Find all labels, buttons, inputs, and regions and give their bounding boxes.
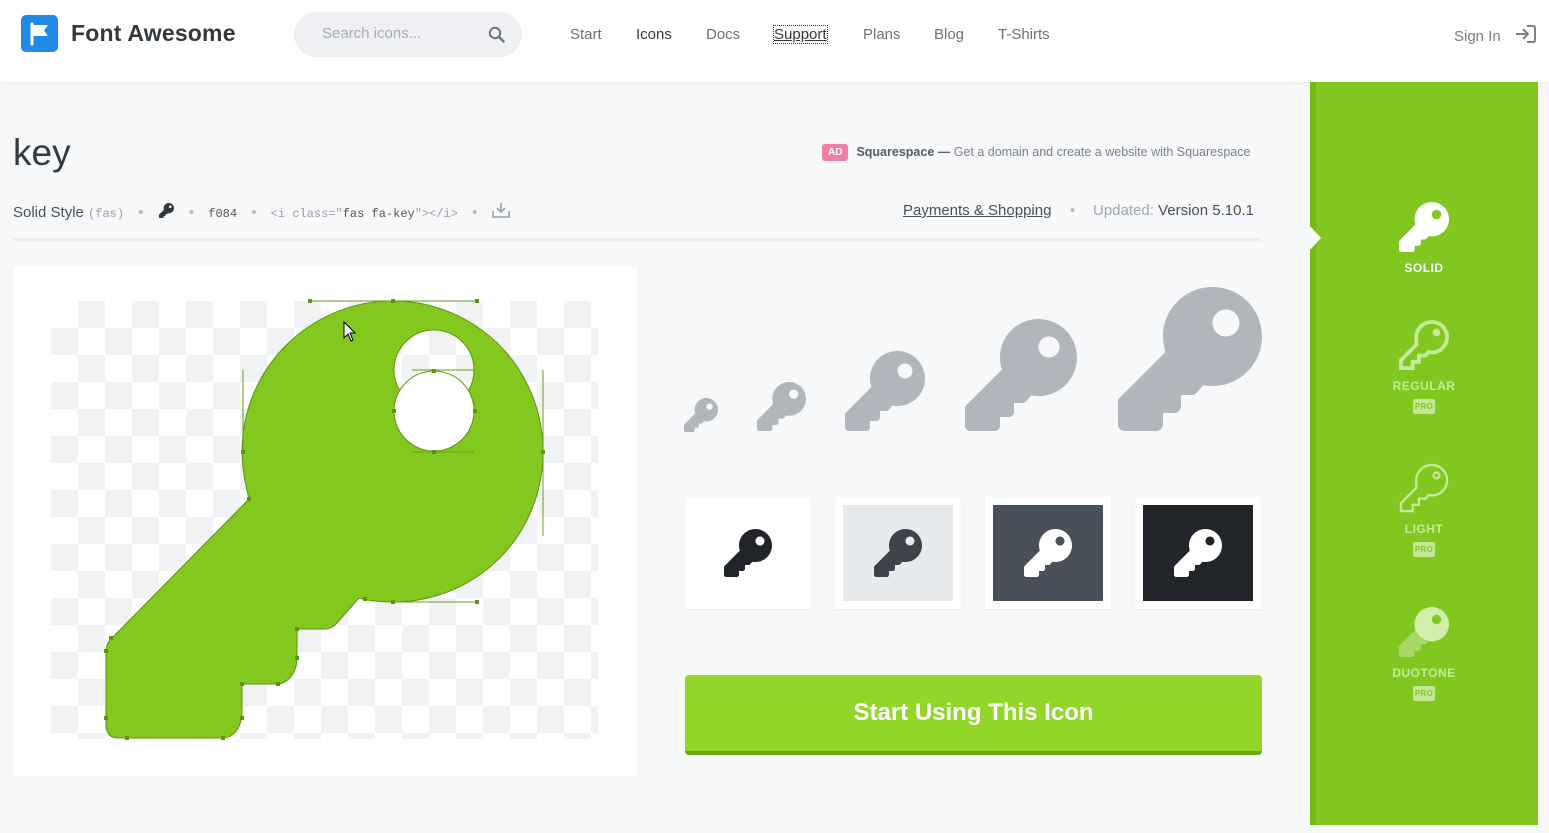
nav-plans[interactable]: Plans xyxy=(863,26,901,43)
vector-preview-card xyxy=(13,266,637,776)
ad-badge: AD xyxy=(822,144,849,161)
key-icon xyxy=(874,529,922,577)
swatch-light-bg xyxy=(843,505,953,601)
icon-title: key xyxy=(13,132,71,173)
search-box[interactable] xyxy=(294,12,522,57)
style-solid-label: SOLID xyxy=(1404,261,1444,275)
key-icon-size-2x xyxy=(757,382,806,431)
style-duotone-label: DUOTONE xyxy=(1392,666,1456,680)
start-using-button[interactable]: Start Using This Icon xyxy=(685,675,1262,755)
nav-icons[interactable]: Icons xyxy=(636,26,672,43)
swatch-white-bg xyxy=(693,505,803,601)
mouse-cursor-icon xyxy=(343,321,357,342)
key-icon-size-3x xyxy=(845,351,925,431)
key-vector-icon xyxy=(104,299,545,740)
key-glyph-icon[interactable] xyxy=(158,203,175,221)
style-solid[interactable]: SOLID xyxy=(1310,202,1538,275)
pro-badge: PRO xyxy=(1412,399,1436,414)
sponsor-ad[interactable]: AD Squarespace — Get a domain and create … xyxy=(822,144,1250,161)
style-regular[interactable]: REGULAR PRO xyxy=(1310,319,1538,414)
updated-version: Updated: Version 5.10.1 xyxy=(1093,202,1254,219)
sidebar-edge xyxy=(1310,82,1316,825)
search-input[interactable] xyxy=(320,24,484,43)
search-icon[interactable] xyxy=(488,26,505,43)
style-light[interactable]: LIGHT PRO xyxy=(1310,463,1538,557)
key-light-icon xyxy=(1399,463,1449,513)
key-icon-size-4x xyxy=(965,319,1077,431)
ad-text: Get a domain and create a website with S… xyxy=(953,145,1251,159)
nav-docs[interactable]: Docs xyxy=(706,26,740,43)
swatch-white[interactable] xyxy=(685,497,811,609)
style-light-label: LIGHT xyxy=(1404,522,1444,536)
style-sidebar: SOLID REGULAR PRO LIGHT PRO DUOTONE PRO xyxy=(1310,82,1538,825)
key-icon-size-1x xyxy=(684,398,718,432)
nav-support[interactable]: Support xyxy=(773,25,828,44)
ad-brand: Squarespace — xyxy=(856,145,951,159)
swatch-dark-bg xyxy=(993,505,1103,601)
unicode-value[interactable]: f084 xyxy=(208,207,237,221)
sign-in-icon[interactable] xyxy=(1514,24,1536,44)
style-prefix: (fas) xyxy=(88,207,125,221)
download-icon[interactable] xyxy=(491,203,510,221)
style-regular-label: REGULAR xyxy=(1392,379,1456,393)
swatch-black[interactable] xyxy=(1135,497,1261,609)
html-snippet[interactable]: <i class="fas fa-key"></i> xyxy=(271,204,458,221)
sign-in-link[interactable]: Sign In xyxy=(1454,28,1501,45)
swatch-light[interactable] xyxy=(835,497,961,609)
category-link[interactable]: Payments & Shopping xyxy=(903,202,1051,219)
key-icon-size-5x xyxy=(1118,287,1262,431)
key-icon xyxy=(1024,529,1072,577)
flag-icon xyxy=(21,15,58,52)
nav-start[interactable]: Start xyxy=(570,26,602,43)
top-navigation-bar: Font Awesome Start Icons Docs Support Pl… xyxy=(0,0,1549,82)
icon-meta: Solid Style (fas) • • f084 • <i class="f… xyxy=(13,202,510,221)
nav-blog[interactable]: Blog xyxy=(934,26,964,43)
key-solid-icon xyxy=(1399,202,1449,252)
key-duotone-icon xyxy=(1399,607,1449,657)
pro-badge: PRO xyxy=(1412,686,1436,701)
style-duotone[interactable]: DUOTONE PRO xyxy=(1310,607,1538,701)
swatch-black-bg xyxy=(1143,505,1253,601)
swatch-dark[interactable] xyxy=(985,497,1111,609)
key-icon xyxy=(1174,529,1222,577)
divider xyxy=(13,238,1261,241)
key-regular-icon xyxy=(1399,319,1450,370)
brand-name: Font Awesome xyxy=(71,20,236,46)
brand-logo[interactable]: Font Awesome xyxy=(21,15,236,52)
key-icon xyxy=(724,529,772,577)
pro-badge: PRO xyxy=(1412,542,1436,557)
style-label: Solid Style xyxy=(13,204,84,221)
nav-tshirts[interactable]: T-Shirts xyxy=(998,26,1050,43)
